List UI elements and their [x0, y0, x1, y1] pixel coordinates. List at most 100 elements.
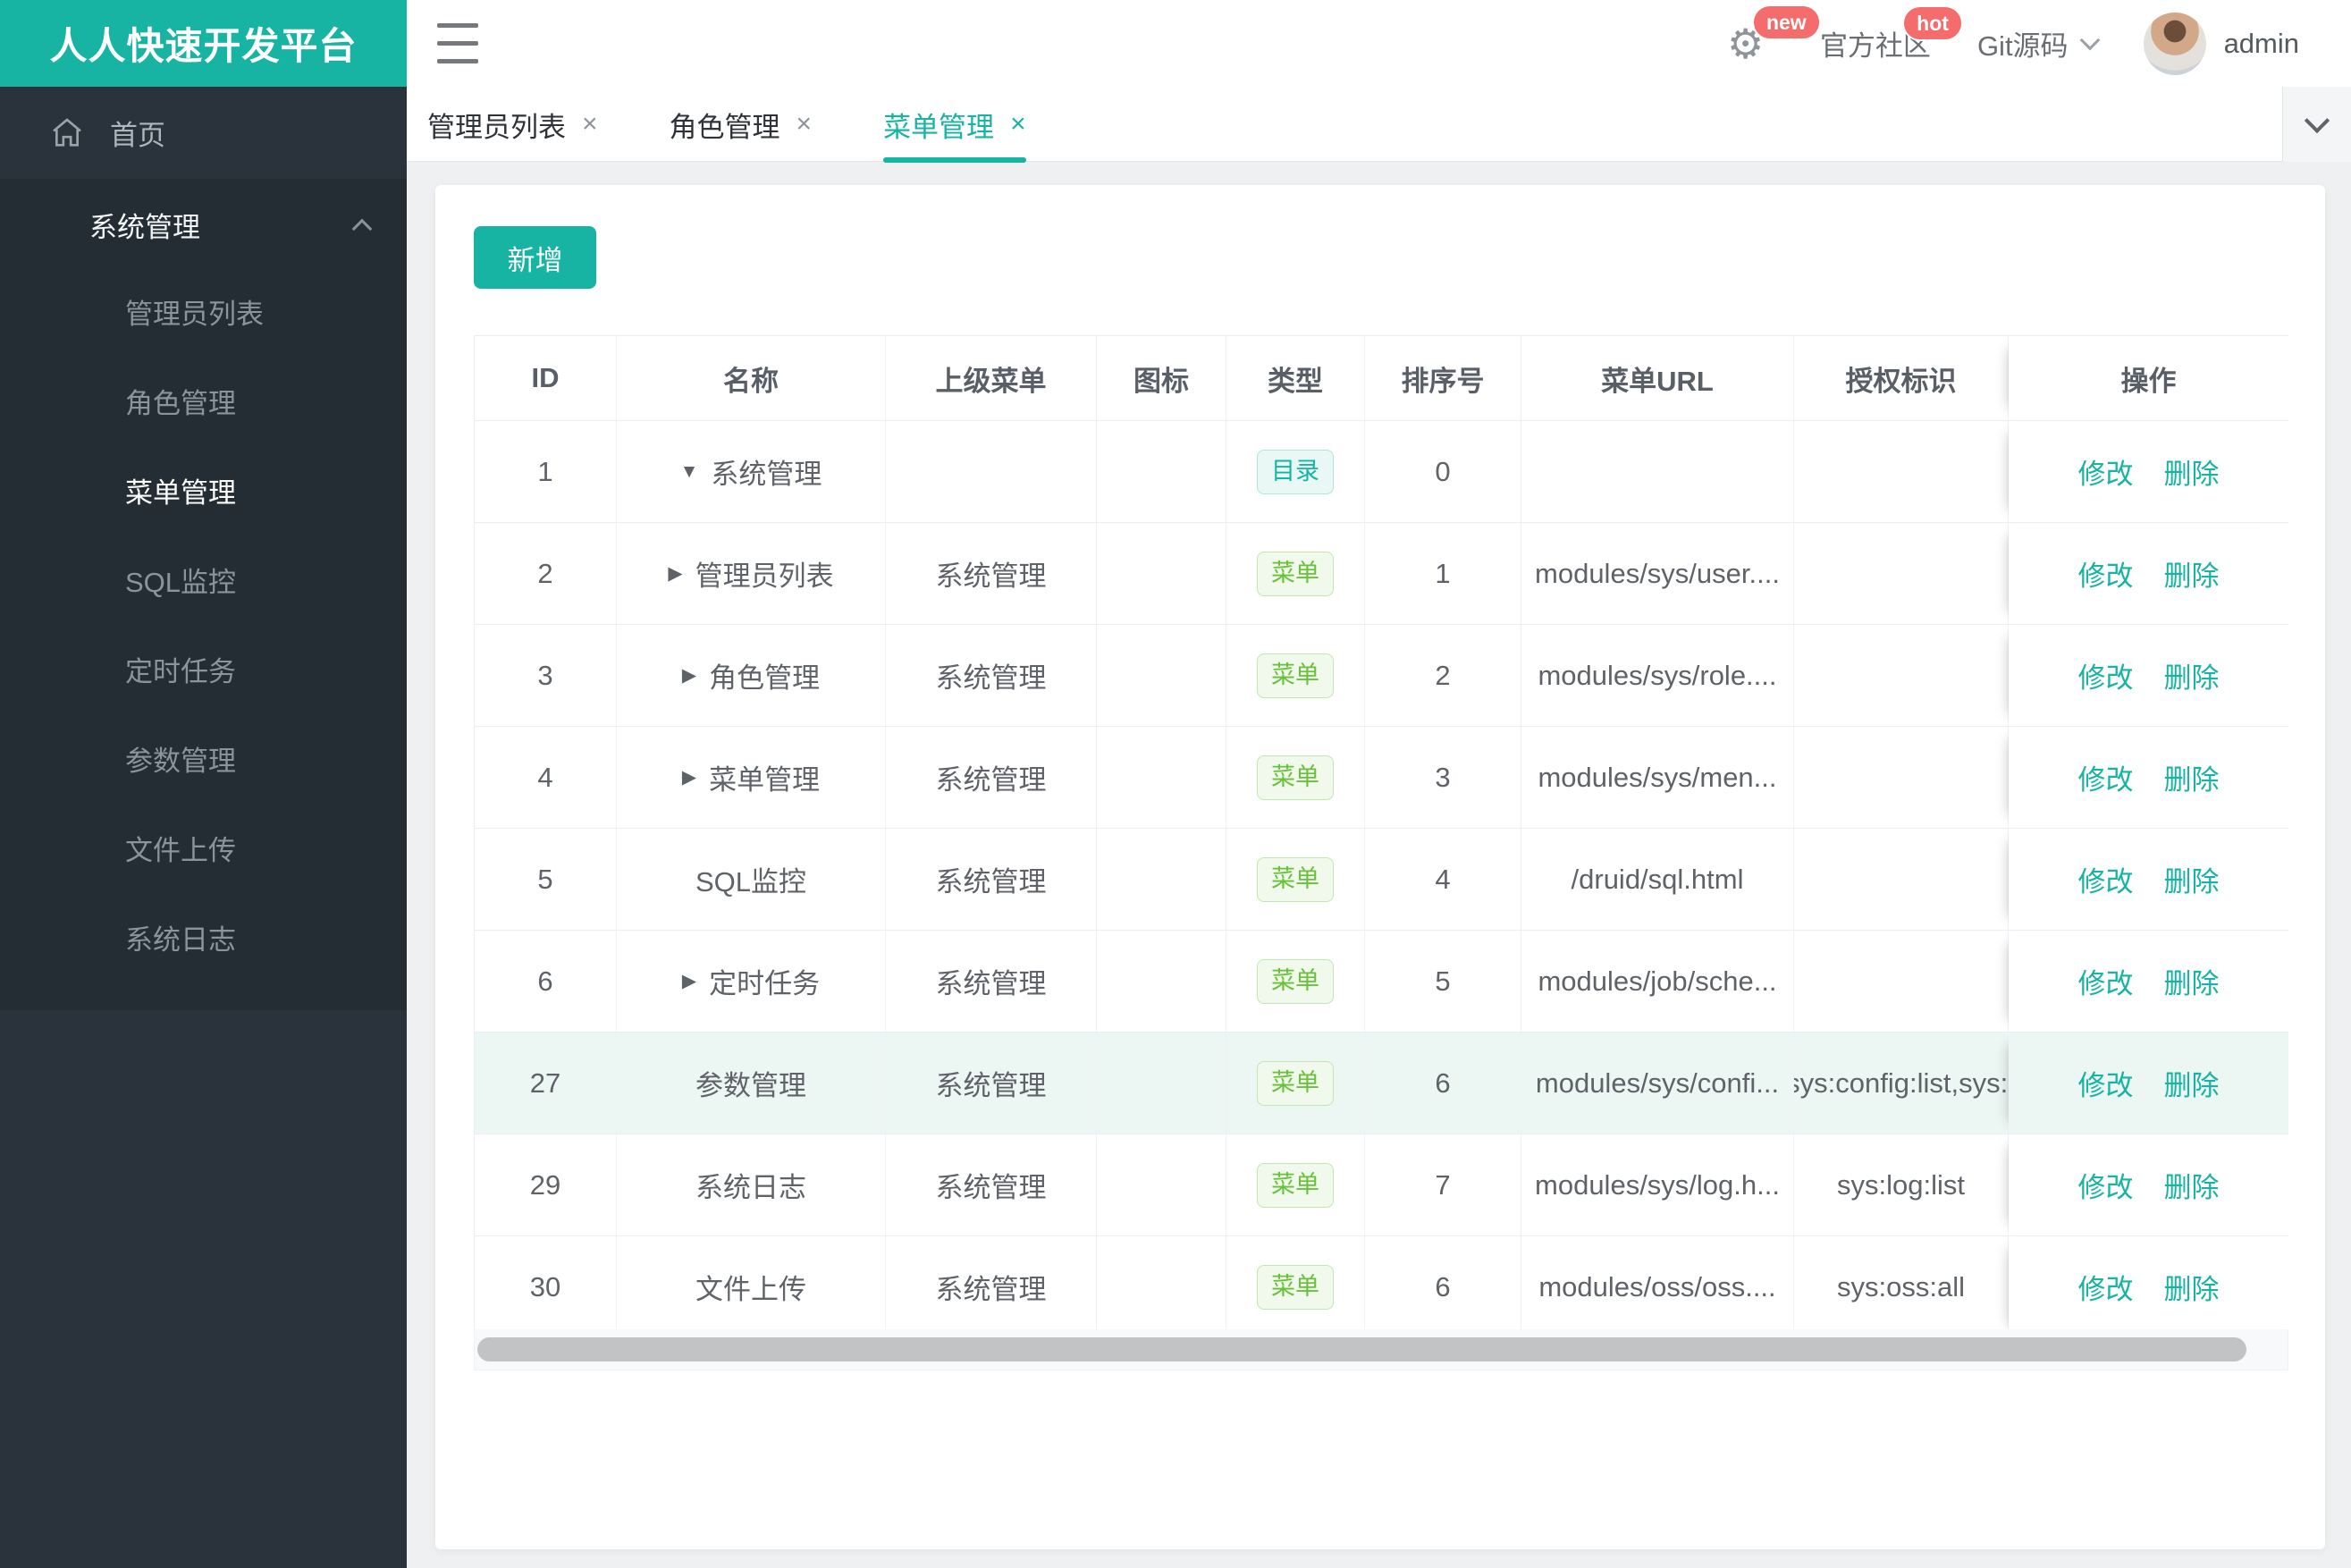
tree-expand-icon[interactable]: ▶ [682, 970, 696, 992]
cell-url: modules/sys/log.h... [1521, 1134, 1794, 1235]
cell-perm [1794, 625, 2009, 726]
git-source-dropdown[interactable]: Git源码 [1977, 23, 2100, 63]
cell-icon [1097, 727, 1226, 828]
cell-id: 30 [475, 1236, 617, 1337]
column-header: 排序号 [1365, 336, 1521, 420]
cell-type: 菜单 [1226, 931, 1365, 1032]
sidebar-item-link[interactable]: 系统日志 [0, 896, 407, 985]
delete-link[interactable]: 删除 [2164, 655, 2220, 695]
settings-gear[interactable]: ⚙ new [1727, 4, 1821, 71]
header-right-area: ⚙ new 官方社区 hot Git源码 admin [1727, 0, 2299, 87]
column-header: 上级菜单 [886, 336, 1097, 420]
cell-icon [1097, 1134, 1226, 1235]
chevron-up-icon [351, 218, 373, 240]
menu-name-label: 系统日志 [695, 1172, 806, 1203]
tab-overflow-button[interactable] [2282, 87, 2351, 162]
edit-link[interactable]: 修改 [2078, 757, 2134, 797]
menu-name-label: 文件上传 [695, 1274, 806, 1305]
tab-item[interactable]: 角色管理 × [670, 87, 813, 162]
cell-url: modules/sys/role.... [1521, 625, 1794, 726]
delete-link[interactable]: 删除 [2164, 961, 2220, 1001]
tab-label: 管理员列表 [427, 111, 566, 143]
cell-order: 2 [1365, 625, 1521, 726]
delete-link[interactable]: 删除 [2164, 1063, 2220, 1103]
tab-item[interactable]: 管理员列表 × [427, 87, 598, 162]
table-row: 2 ▶ 管理员列表 系统管理 菜单 1 modules/sys/user.... 修改 删除 [475, 523, 2288, 625]
menu-name-label: 管理员列表 [695, 561, 834, 592]
column-header: 类型 [1226, 336, 1365, 420]
cell-actions: 修改 删除 [2009, 1134, 2288, 1235]
sidebar-item-link[interactable]: 文件上传 [0, 806, 407, 896]
hot-badge: hot [1902, 5, 1963, 41]
column-header: ID [475, 336, 617, 420]
actions-group: 修改 删除 [2078, 1165, 2220, 1205]
edit-link[interactable]: 修改 [2078, 859, 2134, 899]
add-button[interactable]: 新增 [474, 226, 596, 289]
edit-link[interactable]: 修改 [2078, 961, 2134, 1001]
cell-actions: 修改 删除 [2009, 727, 2288, 828]
cell-parent-menu [886, 421, 1097, 522]
cell-url [1521, 421, 1794, 522]
tab-active[interactable]: 菜单管理 × [883, 87, 1026, 163]
edit-link[interactable]: 修改 [2078, 655, 2134, 695]
sidebar-group-label: 系统管理 [89, 211, 200, 243]
delete-link[interactable]: 删除 [2164, 757, 2220, 797]
sidebar-item-link[interactable]: 角色管理 [0, 359, 407, 449]
tab-close-icon[interactable]: × [582, 111, 598, 138]
horizontal-scrollbar-thumb[interactable] [477, 1337, 2246, 1361]
edit-link[interactable]: 修改 [2078, 1165, 2134, 1205]
edit-link[interactable]: 修改 [2078, 451, 2134, 492]
sidebar-item-link[interactable]: 参数管理 [0, 717, 407, 806]
user-menu[interactable]: admin [2143, 12, 2299, 75]
sidebar-item-active[interactable]: 菜单管理 [0, 449, 407, 538]
cell-order: 5 [1365, 931, 1521, 1032]
delete-link[interactable]: 删除 [2164, 1267, 2220, 1307]
tree-collapse-icon[interactable]: ▼ [680, 461, 699, 483]
menu-name-label: 参数管理 [695, 1070, 806, 1101]
sidebar-item-link[interactable]: 定时任务 [0, 628, 407, 717]
cell-order: 6 [1365, 1236, 1521, 1337]
cell-actions: 修改 删除 [2009, 421, 2288, 522]
cell-type: 菜单 [1226, 523, 1365, 624]
actions-group: 修改 删除 [2078, 553, 2220, 594]
cell-actions: 修改 删除 [2009, 829, 2288, 930]
table-row: 29 系统日志 系统管理 菜单 7 modules/sys/log.h... sys:log… [475, 1134, 2288, 1236]
edit-link[interactable]: 修改 [2078, 553, 2134, 594]
cell-actions: 修改 删除 [2009, 1236, 2288, 1337]
hamburger-menu-icon[interactable] [437, 23, 478, 63]
cell-id: 6 [475, 931, 617, 1032]
edit-link[interactable]: 修改 [2078, 1063, 2134, 1103]
delete-link[interactable]: 删除 [2164, 1165, 2220, 1205]
menu-table: ID 名称 上级菜单 图标 类型 排序号 菜单URL 授权标识 操作 1 ▼ 系统管理 目录 0 修改 删除… [474, 335, 2288, 1338]
cell-id: 2 [475, 523, 617, 624]
cell-order: 7 [1365, 1134, 1521, 1235]
sidebar-item-home[interactable]: 首页 [0, 87, 407, 179]
avatar [2143, 12, 2206, 75]
delete-link[interactable]: 删除 [2164, 553, 2220, 594]
cell-name: SQL监控 [617, 829, 886, 930]
community-link[interactable]: 官方社区 hot [1820, 5, 1963, 63]
actions-group: 修改 删除 [2078, 1267, 2220, 1307]
tree-expand-icon[interactable]: ▶ [668, 562, 682, 585]
tree-expand-icon[interactable]: ▶ [682, 766, 696, 788]
sidebar-group-system-header[interactable]: 系统管理 [0, 179, 407, 270]
cell-icon [1097, 1033, 1226, 1134]
cell-icon [1097, 1236, 1226, 1337]
top-header: 人人快速开发平台 ⚙ new 官方社区 hot Git源码 admin [0, 0, 2351, 87]
actions-group: 修改 删除 [2078, 1063, 2220, 1103]
cell-perm: sys:oss:all [1794, 1236, 2009, 1337]
sidebar-item-link[interactable]: SQL监控 [0, 538, 407, 628]
delete-link[interactable]: 删除 [2164, 451, 2220, 492]
tab-close-icon[interactable]: × [1010, 111, 1026, 138]
cell-url: modules/sys/confi... [1521, 1033, 1794, 1134]
tree-expand-icon[interactable]: ▶ [682, 664, 696, 687]
cell-id: 5 [475, 829, 617, 930]
cell-id: 1 [475, 421, 617, 522]
column-header: 操作 [2009, 336, 2288, 420]
tab-close-icon[interactable]: × [796, 111, 813, 138]
edit-link[interactable]: 修改 [2078, 1267, 2134, 1307]
cell-id: 27 [475, 1033, 617, 1134]
sidebar-item-link[interactable]: 管理员列表 [0, 270, 407, 359]
cell-parent-menu: 系统管理 [886, 625, 1097, 726]
delete-link[interactable]: 删除 [2164, 859, 2220, 899]
